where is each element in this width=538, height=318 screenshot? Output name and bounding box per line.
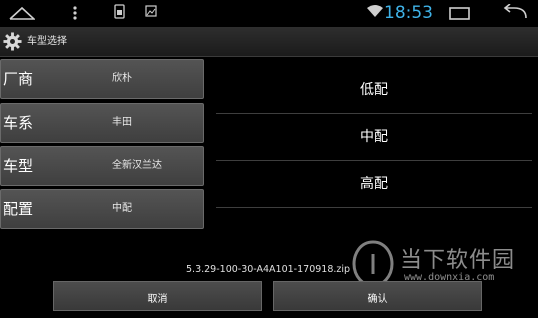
sim-card-icon xyxy=(114,4,125,19)
setting-label: 车型 xyxy=(3,157,34,175)
setting-value: 欣朴 xyxy=(112,73,132,84)
title-bar: 车型选择 xyxy=(0,27,538,57)
option-item-mid[interactable]: 中配 xyxy=(216,114,532,161)
clock: 18:53 xyxy=(384,3,433,23)
setting-row-series[interactable]: 车系 丰田 xyxy=(0,103,204,143)
gear-icon xyxy=(3,32,22,51)
page-title: 车型选择 xyxy=(27,36,67,47)
confirm-button[interactable]: 确认 xyxy=(273,281,482,311)
wifi-icon xyxy=(367,5,383,17)
setting-row-model[interactable]: 车型 全新汉兰达 xyxy=(0,146,204,186)
option-item-high[interactable]: 高配 xyxy=(216,161,532,208)
setting-label: 车系 xyxy=(3,114,34,132)
recent-apps-icon[interactable] xyxy=(449,5,471,21)
back-icon[interactable] xyxy=(502,4,528,20)
setting-label: 厂商 xyxy=(3,70,34,88)
setting-row-config[interactable]: 配置 中配 xyxy=(0,189,204,229)
setting-label: 配置 xyxy=(3,200,34,218)
setting-value: 丰田 xyxy=(112,117,132,128)
image-icon xyxy=(145,5,157,17)
version-label: 5.3.29-100-30-A4A101-170918.zip xyxy=(186,264,351,275)
option-item-low[interactable]: 低配 xyxy=(216,67,532,114)
setting-row-manufacturer[interactable]: 厂商 欣朴 xyxy=(0,59,204,99)
watermark-text: 当下软件园 xyxy=(400,248,516,273)
overflow-menu-icon[interactable] xyxy=(72,5,78,21)
status-bar: 18:53 xyxy=(0,0,538,26)
cancel-button[interactable]: 取消 xyxy=(53,281,262,311)
setting-value: 全新汉兰达 xyxy=(112,160,162,171)
nav-up-icon[interactable] xyxy=(9,6,35,20)
setting-value: 中配 xyxy=(112,203,132,214)
